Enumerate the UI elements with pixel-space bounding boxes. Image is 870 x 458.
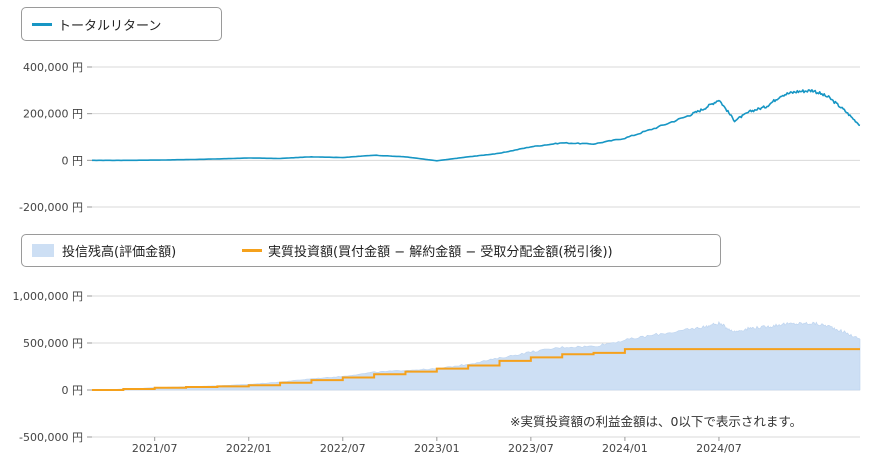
y-tick-label: 0 円 — [62, 154, 84, 167]
y-tick-label: -200,000 円 — [19, 201, 83, 214]
legend-item-total-return[interactable]: トータルリターン — [32, 8, 161, 40]
y-tick-label: 500,000 円 — [23, 337, 83, 350]
y-tick-label: -500,000 円 — [19, 431, 83, 444]
total-return-legend: トータルリターン — [21, 7, 222, 41]
legend-item-holdings[interactable]: 投信残高(評価金額) — [32, 235, 176, 266]
total-return-line — [92, 89, 861, 162]
x-tick-label: 2022/07 — [320, 442, 366, 455]
legend-item-invested[interactable]: 実質投資額(買付金額 − 解約金額 − 受取分配金額(税引後)) — [242, 235, 613, 266]
holdings-swatch — [32, 244, 54, 257]
legend-label-invested: 実質投資額(買付金額 − 解約金額 − 受取分配金額(税引後)) — [268, 245, 613, 260]
total-return-swatch — [32, 22, 52, 26]
x-tick-label: 2024/07 — [696, 442, 742, 455]
y-tick-label: 1,000,000 円 — [13, 290, 83, 303]
y-tick-label: 0 円 — [62, 384, 84, 397]
legend-label-total-return: トータルリターン — [58, 18, 162, 34]
x-tick-label: 2023/07 — [508, 442, 554, 455]
x-tick-label: 2024/01 — [602, 442, 648, 455]
x-tick-label: 2021/07 — [132, 442, 178, 455]
x-tick-label: 2022/01 — [226, 442, 272, 455]
holdings-legend: 投信残高(評価金額) 実質投資額(買付金額 − 解約金額 − 受取分配金額(税引… — [21, 234, 721, 267]
invested-swatch — [242, 249, 262, 252]
legend-label-holdings: 投信残高(評価金額) — [62, 245, 177, 260]
footnote: ※実質投資額の利益金額は、0以下で表示されます。 — [510, 414, 803, 429]
x-tick-label: 2023/01 — [414, 442, 460, 455]
portfolio-chart: 400,000 円 200,000 円 0 円 -200,000 円 1,000,000… — [13, 61, 861, 455]
holdings-area — [91, 321, 861, 391]
y-tick-label: 400,000 円 — [23, 61, 83, 74]
y-tick-label: 200,000 円 — [23, 108, 83, 121]
